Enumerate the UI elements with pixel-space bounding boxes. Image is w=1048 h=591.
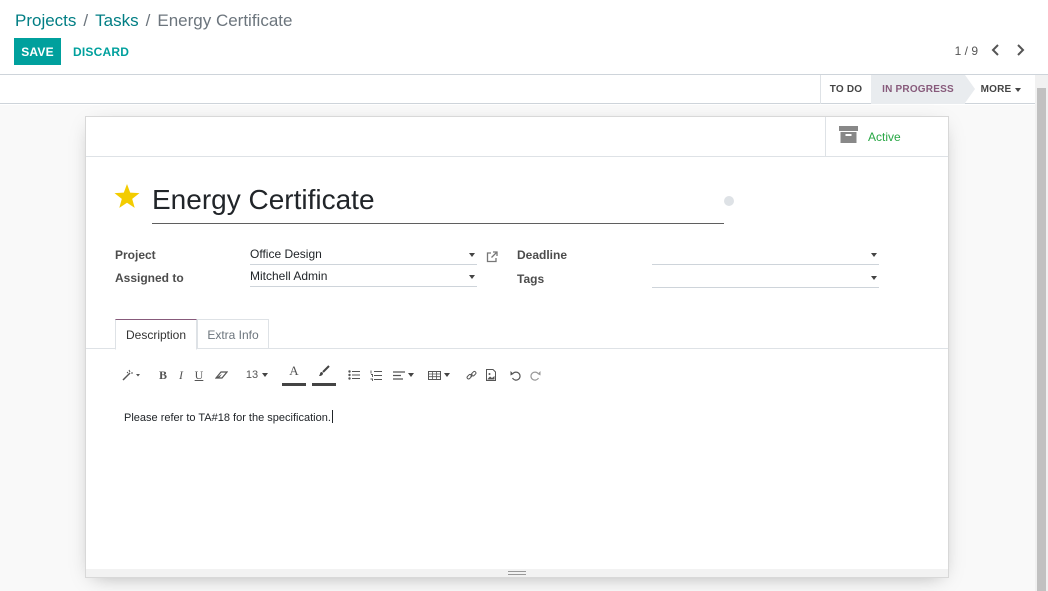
tab-description[interactable]: Description (115, 319, 197, 350)
bold-icon[interactable]: B (156, 362, 170, 388)
undo-icon[interactable] (508, 362, 522, 388)
kanban-state-indicator[interactable] (724, 196, 734, 206)
stage-more-label: MORE (980, 84, 1012, 95)
caret-down-icon (444, 373, 450, 377)
font-size-dropdown[interactable]: 13 (242, 362, 272, 388)
table-dropdown[interactable] (426, 362, 452, 388)
caret-down-icon (871, 276, 877, 280)
paint-brush-icon (319, 364, 330, 376)
tags-field[interactable] (652, 268, 879, 288)
assigned-to-value: Mitchell Admin (250, 269, 328, 283)
caret-down-icon (262, 373, 269, 377)
breadcrumb-tasks[interactable]: Tasks (95, 11, 138, 31)
stage-in-progress[interactable]: IN PROGRESS (871, 75, 965, 104)
breadcrumb-current: Energy Certificate (157, 11, 293, 30)
notebook-tabs: Description Extra Info (86, 319, 948, 350)
stage-more-dropdown[interactable]: MORE (976, 75, 1026, 104)
task-title-input[interactable]: Energy Certificate (152, 181, 724, 224)
font-size-value: 13 (245, 369, 259, 381)
highlight-color-button[interactable] (312, 362, 336, 388)
table-icon (428, 370, 441, 380)
stage-todo[interactable]: TO DO (820, 75, 871, 104)
breadcrumb-separator: / (145, 11, 151, 30)
tags-label: Tags (517, 272, 545, 286)
deadline-label: Deadline (517, 248, 568, 262)
assigned-to-field[interactable]: Mitchell Admin (250, 267, 477, 287)
highlight-color-swatch (312, 382, 336, 386)
breadcrumb-projects[interactable]: Projects (15, 11, 76, 31)
description-editor[interactable]: Please refer to TA#18 for the specificat… (124, 410, 333, 424)
project-label: Project (115, 248, 156, 262)
text-cursor (331, 410, 333, 423)
text-color-button[interactable]: A (282, 362, 306, 388)
breadcrumb-separator: / (83, 11, 89, 30)
archive-icon (839, 126, 858, 148)
align-left-icon (392, 370, 405, 380)
pager-value[interactable]: 1 / 9 (955, 44, 978, 58)
active-toggle-button[interactable]: Active (825, 117, 948, 157)
assigned-to-label: Assigned to (115, 271, 184, 285)
external-link-icon[interactable] (486, 250, 498, 268)
scrollbar-thumb[interactable] (1037, 88, 1046, 591)
bullet-list-icon[interactable] (346, 362, 362, 388)
paragraph-align-dropdown[interactable] (388, 362, 418, 388)
chevron-right-icon[interactable] (1014, 42, 1026, 58)
status-bar: TO DO IN PROGRESS MORE (0, 75, 1035, 104)
tab-extra-info[interactable]: Extra Info (197, 319, 269, 349)
button-box: Active (86, 117, 948, 157)
caret-down-icon (1015, 87, 1022, 92)
caret-down-icon (469, 253, 475, 257)
project-value: Office Design (250, 247, 322, 261)
grip-icon (508, 571, 526, 575)
discard-button[interactable]: DISCARD (73, 38, 129, 65)
eraser-icon[interactable] (212, 362, 230, 388)
caret-down-icon (871, 253, 877, 257)
italic-icon[interactable]: I (174, 362, 188, 388)
description-text: Please refer to TA#18 for the specificat… (124, 412, 331, 424)
control-panel: Projects / Tasks / Energy Certificate SA… (0, 0, 1048, 75)
link-icon[interactable] (464, 362, 478, 388)
star-icon[interactable] (114, 184, 140, 214)
magic-wand-style-button[interactable] (120, 362, 144, 388)
deadline-field[interactable] (652, 245, 879, 265)
font-color-icon: A (289, 363, 299, 378)
stage-arrow (965, 75, 975, 103)
underline-icon[interactable]: U (192, 362, 206, 388)
text-color-swatch (282, 383, 306, 386)
breadcrumb: Projects / Tasks / Energy Certificate (15, 11, 292, 31)
project-field[interactable]: Office Design (250, 245, 477, 265)
active-label: Active (868, 130, 901, 144)
caret-down-icon (407, 373, 414, 377)
redo-icon[interactable] (528, 362, 542, 388)
form-sheet: Active Energy Certificate Project Office… (85, 116, 949, 578)
caret-down-icon (469, 275, 475, 279)
chevron-left-icon[interactable] (989, 42, 1001, 58)
image-icon[interactable] (484, 362, 498, 388)
numbered-list-icon[interactable] (368, 362, 384, 388)
editor-toolbar: B I U 13 A (116, 362, 540, 388)
save-button[interactable]: SAVE (14, 38, 61, 65)
editor-resize-handle[interactable] (86, 569, 948, 577)
